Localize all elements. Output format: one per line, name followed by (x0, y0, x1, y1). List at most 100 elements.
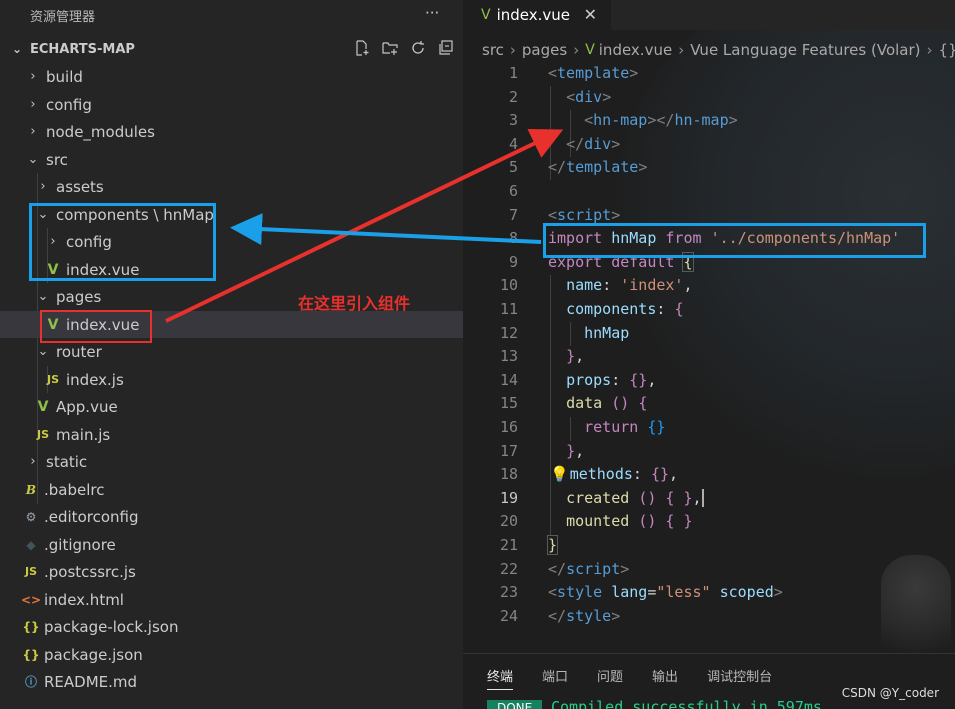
line-number: 24 (499, 606, 518, 625)
tree-folder-static[interactable]: › static (0, 448, 463, 475)
code-line-4: </div> (566, 134, 621, 153)
more-actions-icon[interactable]: ··· (425, 4, 439, 22)
code-line-1: <template> (548, 64, 639, 82)
breadcrumb: src › pages › V index.vue › Vue Language… (463, 38, 955, 62)
json-file-icon: {} (22, 647, 40, 662)
line-number: 15 (499, 394, 518, 413)
vue-file-icon: V (481, 7, 491, 23)
breadcrumb-pages[interactable]: pages (522, 41, 567, 59)
line-number: 3 (508, 111, 518, 130)
annotation-note: 在这里引入组件 (298, 294, 411, 313)
line-number: 12 (499, 323, 518, 342)
tree-file-gitignore[interactable]: ◆ .gitignore (0, 531, 463, 558)
lightbulb-icon[interactable]: 💡 (550, 465, 569, 483)
tree-item-label: node_modules (46, 122, 155, 141)
line-number: 11 (499, 300, 518, 318)
explorer-title: 资源管理器 (0, 0, 463, 30)
tree-item-label: README.md (44, 672, 138, 691)
tree-file-router-index-js[interactable]: JS index.js (0, 366, 463, 393)
breadcrumb-language[interactable]: Vue Language Features (Volar) (690, 41, 920, 59)
chevron-right-icon: › (573, 41, 580, 59)
tree-file-package-json[interactable]: {} package.json (0, 641, 463, 668)
line-number: 14 (499, 370, 518, 389)
status-badge: DONE (487, 700, 543, 709)
tree-item-label: index.js (66, 370, 124, 389)
tree-file-readme-md[interactable]: ⓘ README.md (0, 668, 463, 695)
chevron-right-icon: › (30, 124, 36, 139)
tree-file-index-html[interactable]: <> index.html (0, 586, 463, 613)
bottom-panel: 终端 端口 问题 输出 调试控制台 DONE Compiled successf… (463, 653, 955, 709)
tree-file-package-lock-json[interactable]: {} package-lock.json (0, 613, 463, 640)
watermark: CSDN @Y_coder (841, 686, 939, 700)
line-number: 2 (508, 87, 518, 106)
line-number: 17 (499, 441, 518, 460)
chevron-down-icon: ⌄ (37, 344, 49, 359)
tree-folder-config[interactable]: › config (0, 91, 463, 118)
code-line-12: hnMap (584, 323, 630, 342)
code-line-18: 💡methods: {}, (550, 465, 679, 484)
tree-item-label: config (46, 95, 92, 114)
line-number: 6 (508, 182, 518, 200)
line-number: 7 (508, 205, 518, 224)
babel-file-icon: B (25, 482, 37, 497)
refresh-icon[interactable] (409, 39, 427, 57)
tree-folder-build[interactable]: › build (0, 63, 463, 90)
line-number: 8 (508, 229, 518, 248)
tree-file-main-js[interactable]: JS main.js (0, 421, 463, 448)
tree-item-label: src (46, 150, 68, 169)
tree-file-app-vue[interactable]: V App.vue (0, 393, 463, 420)
chevron-right-icon: › (678, 41, 685, 59)
tab-index-vue[interactable]: V index.vue ✕ (463, 0, 611, 30)
info-file-icon: ⓘ (24, 675, 37, 689)
tree-folder-assets[interactable]: › assets (0, 173, 463, 200)
tree-item-label: .editorconfig (44, 507, 139, 526)
breadcrumb-src[interactable]: src (482, 41, 504, 59)
close-icon[interactable]: ✕ (584, 5, 597, 24)
tree-folder-node-modules[interactable]: › node_modules (0, 118, 463, 145)
new-folder-icon[interactable] (381, 39, 399, 57)
chevron-down-icon: ⌄ (12, 42, 23, 56)
tree-item-label: index.html (44, 590, 124, 609)
workspace-name: ECHARTS-MAP (30, 41, 135, 57)
workspace-section-header[interactable]: ⌄ ECHARTS-MAP (0, 36, 463, 62)
chevron-right-icon: › (926, 41, 933, 59)
code-line-11: components: { (566, 300, 684, 318)
tab-label: index.vue (496, 6, 570, 24)
vue-file-icon: V (585, 42, 595, 58)
annotation-component-box (29, 203, 216, 281)
git-file-icon: ◆ (26, 537, 36, 552)
js-file-icon: JS (36, 428, 49, 441)
tree-file-postcssrc-js[interactable]: JS .postcssrc.js (0, 558, 463, 585)
code-line-3: <hn-map></hn-map> (584, 111, 738, 130)
code-line-24: </style> (548, 606, 621, 625)
tree-item-label: package-lock.json (44, 617, 179, 636)
tree-item-label: package.json (44, 645, 143, 664)
line-number: 4 (508, 134, 518, 153)
new-file-icon[interactable] (353, 39, 371, 57)
tab-problems[interactable]: 问题 (597, 666, 623, 690)
code-line-22: </script> (548, 559, 630, 578)
line-number: 16 (499, 418, 518, 436)
tree-item-label: static (46, 452, 88, 471)
tab-terminal[interactable]: 终端 (487, 666, 514, 690)
line-number: 22 (499, 559, 518, 578)
breadcrumb-symbol[interactable]: {} (939, 41, 955, 59)
tree-item-label: main.js (56, 425, 111, 444)
terminal-output: Compiled successfully in 597ms (551, 698, 822, 709)
tab-ports[interactable]: 端口 (542, 666, 568, 690)
tab-debug-console[interactable]: 调试控制台 (707, 666, 772, 690)
chevron-right-icon: › (30, 69, 36, 84)
tree-file-babelrc[interactable]: B .babelrc (0, 476, 463, 503)
code-line-2: <div> (566, 87, 612, 106)
explorer-sidebar: 资源管理器 ··· ⌄ ECHARTS-MAP › build › config… (0, 0, 463, 709)
js-file-icon: JS (24, 565, 37, 578)
tree-item-label: App.vue (56, 397, 118, 416)
line-number: 21 (499, 536, 518, 554)
text-cursor (701, 489, 704, 508)
tree-folder-src[interactable]: ⌄ src (0, 146, 463, 173)
html-file-icon: <> (20, 592, 42, 607)
breadcrumb-file[interactable]: index.vue (599, 41, 672, 59)
tree-file-editorconfig[interactable]: ⚙ .editorconfig (0, 503, 463, 530)
tab-output[interactable]: 输出 (652, 666, 678, 690)
collapse-all-icon[interactable] (437, 39, 455, 57)
